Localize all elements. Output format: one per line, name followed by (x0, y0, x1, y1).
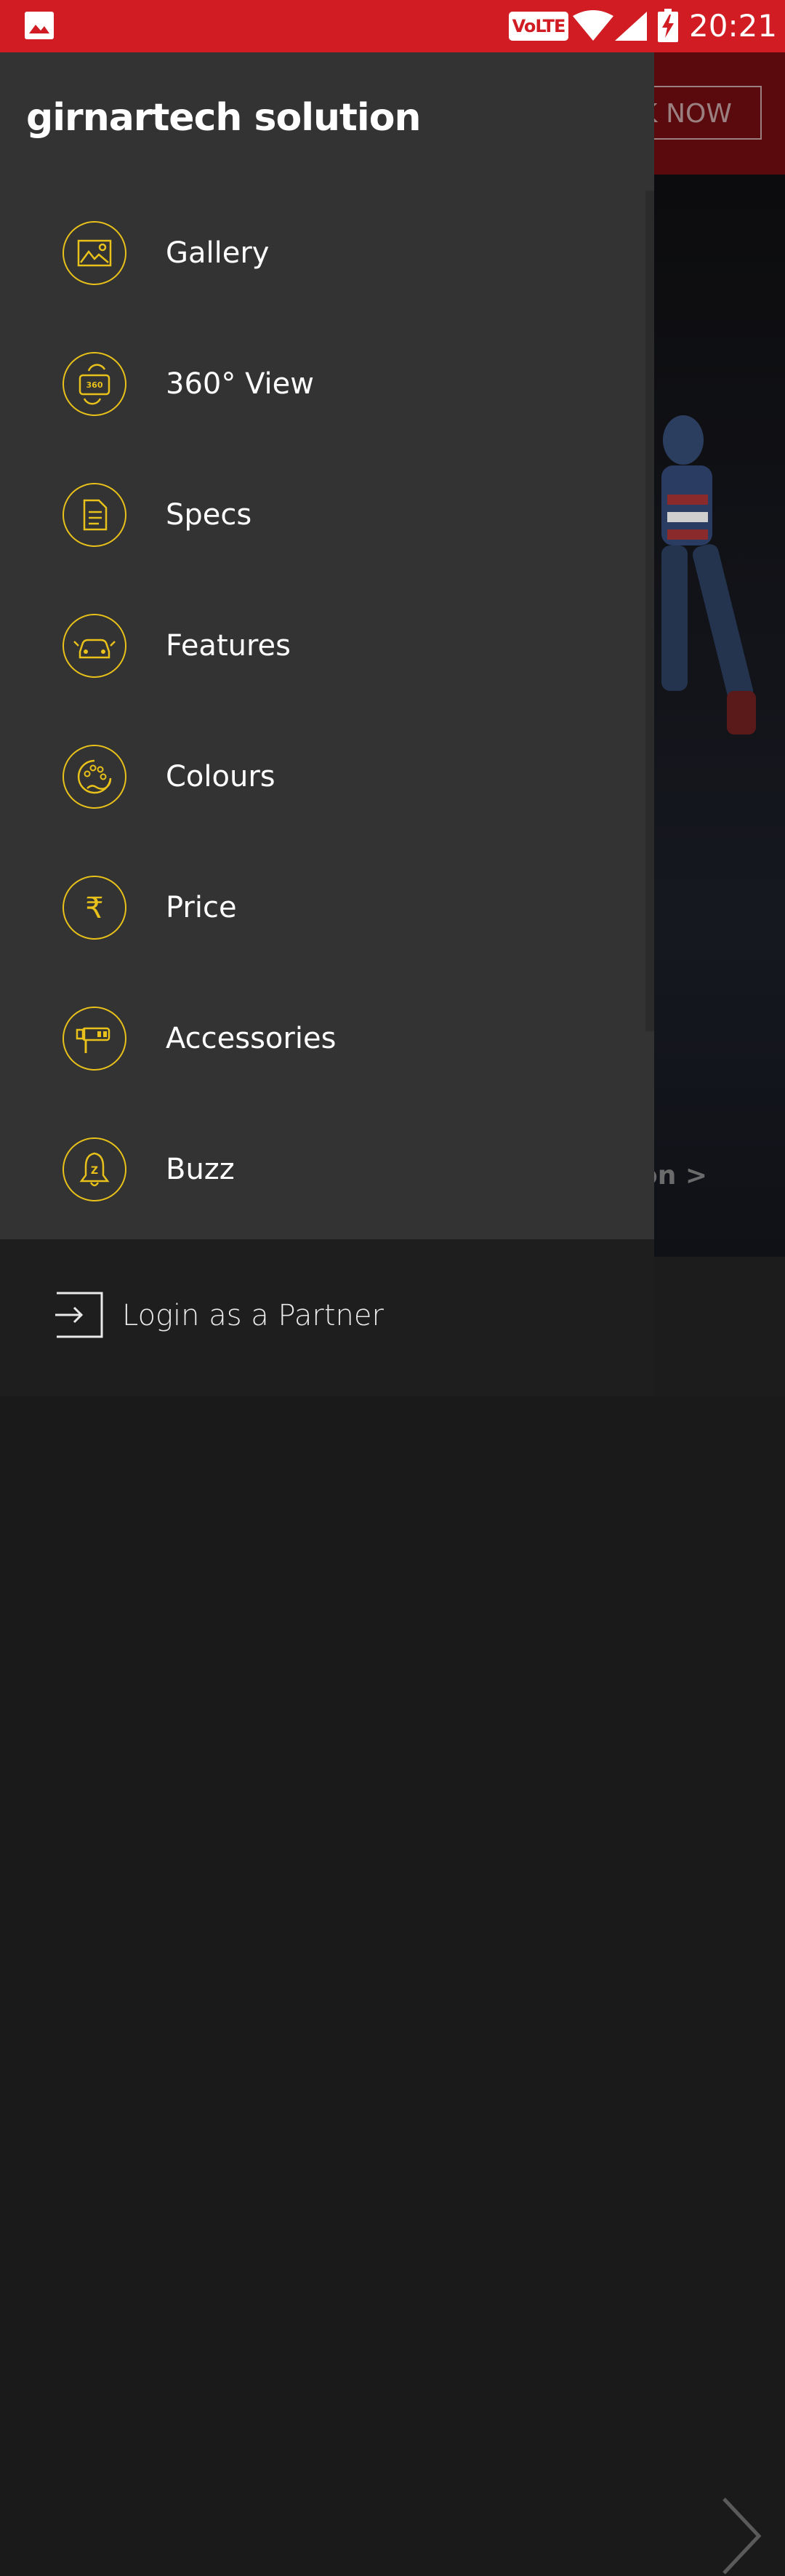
menu-item-specs[interactable]: Specs (0, 449, 645, 580)
menu-item-price[interactable]: ₹ Price (0, 842, 645, 973)
car-features-icon (63, 614, 126, 678)
bell-icon: Z (63, 1137, 126, 1201)
login-partner-button[interactable]: Login as a Partner (0, 1239, 654, 1396)
rupee-icon: ₹ (63, 876, 126, 940)
svg-text:360: 360 (86, 380, 103, 390)
menu-item-label: Specs (166, 498, 252, 532)
volte-icon: VoLTE (509, 12, 568, 41)
svg-text:Z: Z (91, 1165, 98, 1177)
specs-document-icon (63, 483, 126, 547)
hero-figure-image (661, 415, 756, 735)
menu-item-accessories[interactable]: Accessories (0, 973, 645, 1104)
menu-item-gallery[interactable]: Gallery (0, 188, 645, 319)
palette-icon (63, 745, 126, 809)
menu-item-label: Features (166, 629, 291, 663)
menu-item-360-view[interactable]: 360 360° View (0, 319, 645, 449)
menu-item-colours[interactable]: Colours (0, 711, 645, 842)
menu-item-label: Accessories (166, 1022, 337, 1055)
key-accessories-icon (63, 1007, 126, 1071)
battery-charging-icon (658, 9, 678, 42)
menu-item-label: Price (166, 891, 237, 924)
gallery-icon (63, 221, 126, 285)
login-partner-label: Login as a Partner (122, 1299, 384, 1332)
navigation-drawer: girnartech solution Gallery 360 360° Vie… (0, 52, 654, 1396)
status-bar: VoLTE 20:21 (0, 0, 785, 52)
login-icon (55, 1292, 103, 1338)
wifi-icon (573, 10, 613, 41)
signal-icon (615, 12, 647, 41)
360-view-icon: 360 (63, 352, 126, 416)
status-time: 20:21 (689, 8, 778, 44)
menu-item-label: Buzz (166, 1153, 235, 1186)
menu-item-label: Gallery (166, 236, 270, 270)
chevron-right-icon[interactable] (720, 2496, 763, 2576)
menu-item-buzz[interactable]: Z Buzz (0, 1104, 645, 1235)
drawer-scrollbar[interactable] (645, 191, 654, 1031)
svg-text:₹: ₹ (85, 892, 103, 925)
menu-item-label: 360° View (166, 367, 314, 401)
menu-item-features[interactable]: Features (0, 580, 645, 711)
gallery-icon (25, 12, 54, 39)
menu-item-label: Colours (166, 760, 275, 793)
drawer-title: girnartech solution (26, 96, 421, 140)
